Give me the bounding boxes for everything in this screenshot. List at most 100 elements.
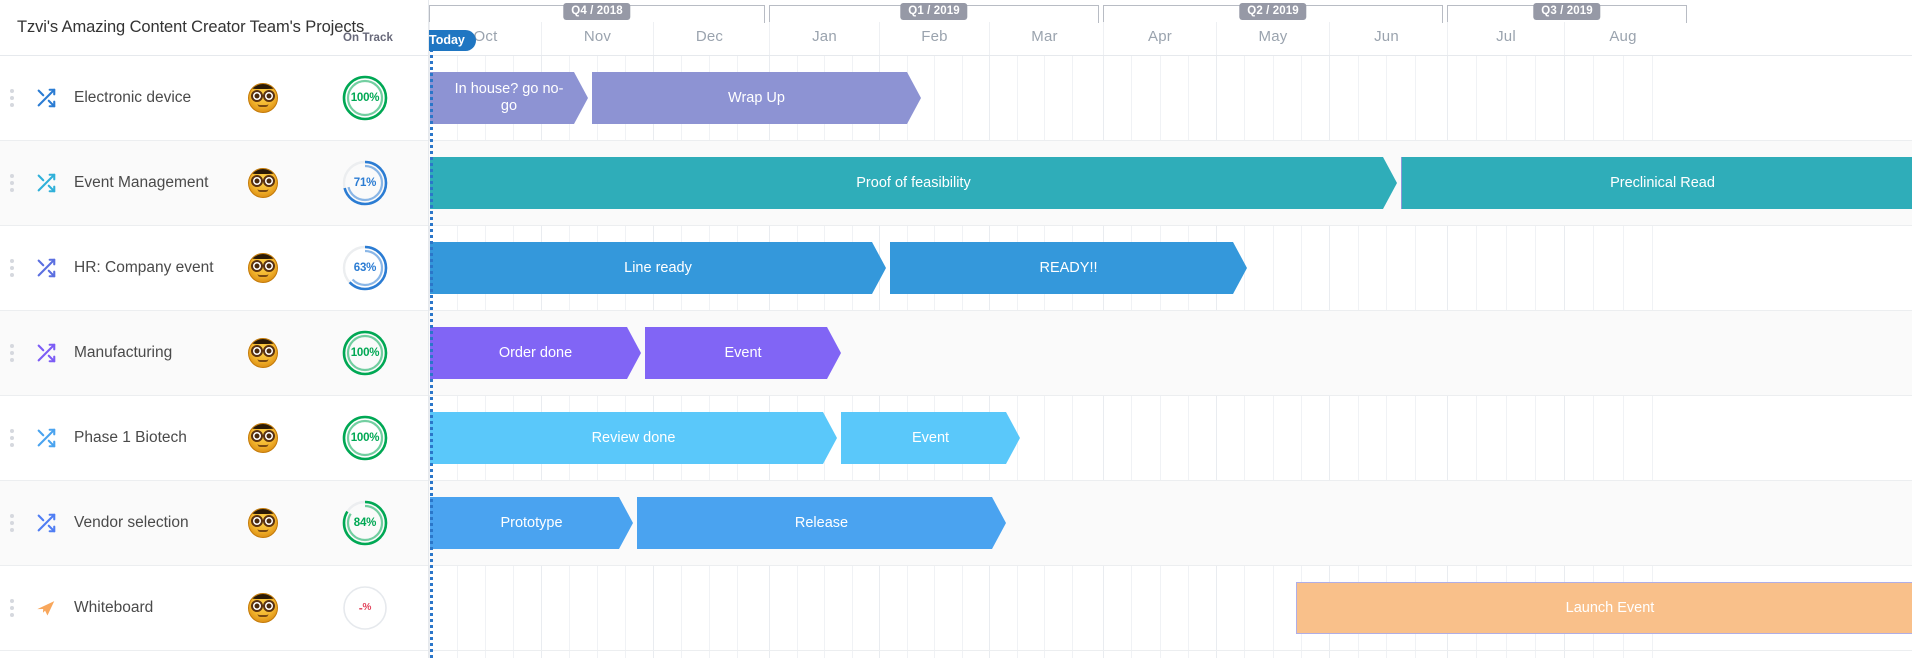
avatar-eyes — [251, 430, 275, 443]
gantt-view: Tzvi's Amazing Content Creator Team's Pr… — [0, 0, 1912, 658]
gantt-bar[interactable]: Proof of feasibility — [430, 157, 1397, 209]
task-row[interactable]: HR: Company event 63% — [0, 226, 428, 311]
month-label: Aug — [1609, 28, 1637, 45]
row-drag-handle[interactable] — [10, 174, 14, 192]
avatar-mouth — [257, 529, 269, 532]
gantt-bar-label: Prototype — [500, 514, 563, 531]
task-name: Vendor selection — [74, 514, 189, 531]
quarter-label: Q4 / 2018 — [563, 3, 631, 20]
timeline-row: Review done Event — [429, 396, 1912, 481]
task-name: Event Management — [74, 174, 209, 191]
progress-ring[interactable]: 71% — [341, 159, 389, 207]
progress-ring[interactable]: 100% — [341, 414, 389, 462]
timeline-row: Order done Event — [429, 311, 1912, 396]
task-row[interactable]: Phase 1 Biotech 100% — [0, 396, 428, 481]
gantt-bar[interactable]: Event — [645, 327, 841, 379]
month-cell: Jun — [1329, 22, 1443, 56]
avatar[interactable] — [248, 508, 278, 538]
avatar[interactable] — [248, 83, 278, 113]
avatar-mouth — [257, 359, 269, 362]
task-row[interactable]: Manufacturing 100% — [0, 311, 428, 396]
progress-ring[interactable]: 63% — [341, 244, 389, 292]
task-row[interactable]: Event Management 71% — [0, 141, 428, 226]
month-cell: Dec — [653, 22, 765, 56]
row-drag-handle[interactable] — [10, 89, 14, 107]
avatar[interactable] — [248, 168, 278, 198]
progress-value: 63% — [353, 262, 377, 274]
avatar-hair — [249, 254, 277, 259]
month-label: Nov — [583, 28, 612, 45]
avatar[interactable] — [248, 253, 278, 283]
month-label: Jun — [1374, 28, 1399, 45]
gantt-bar-label: Wrap Up — [728, 89, 785, 106]
tasks-panel: Tzvi's Amazing Content Creator Team's Pr… — [0, 0, 429, 658]
row-drag-handle[interactable] — [10, 259, 14, 277]
gantt-bar[interactable]: Event — [841, 412, 1020, 464]
avatar-hair — [249, 339, 277, 344]
shuffle-icon — [35, 427, 57, 449]
gantt-bar[interactable]: Review done — [430, 412, 837, 464]
gantt-bar[interactable]: In house? go no- go — [430, 72, 588, 124]
gantt-bar[interactable]: Line ready — [430, 242, 886, 294]
gantt-bar-label: Line ready — [624, 259, 692, 276]
gantt-bar[interactable]: Preclinical Read — [1401, 157, 1912, 209]
paper-plane-icon — [35, 597, 57, 619]
gantt-bar[interactable]: Wrap Up — [592, 72, 921, 124]
month-cell: Jul — [1447, 22, 1564, 56]
gantt-bar-label: Proof of feasibility — [856, 174, 971, 191]
avatar[interactable] — [248, 423, 278, 453]
gantt-bar-label: Launch Event — [1565, 599, 1655, 616]
task-row[interactable]: Vendor selection 84% — [0, 481, 428, 566]
task-row[interactable]: Electronic device 100% — [0, 56, 428, 141]
timeline-header: Q4 / 2018 Q1 / 2019 Q2 / 2019 Q3 / 2019 Oct… — [429, 0, 1912, 56]
avatar-eyes — [251, 515, 275, 528]
month-cell: Nov — [541, 22, 653, 56]
progress-ring[interactable]: 100% — [341, 74, 389, 122]
progress-value: 71% — [353, 177, 377, 189]
task-name: Manufacturing — [74, 344, 173, 361]
shuffle-icon — [35, 512, 57, 534]
gantt-bar-label: Release — [794, 514, 849, 531]
shuffle-icon — [35, 172, 57, 194]
shuffle-icon — [35, 257, 57, 279]
month-label: Jan — [812, 28, 837, 45]
avatar-eyes — [251, 260, 275, 273]
avatar[interactable] — [248, 338, 278, 368]
task-name: Electronic device — [74, 89, 192, 106]
avatar-hair — [249, 84, 277, 89]
month-cell: Jan — [769, 22, 879, 56]
row-drag-handle[interactable] — [10, 514, 14, 532]
today-badge[interactable]: Today — [429, 30, 476, 51]
avatar-hair — [249, 594, 277, 599]
gantt-bar-label: Order done — [498, 344, 573, 361]
timeline-row: Proof of feasibility Preclinical Read — [429, 141, 1912, 226]
gantt-bar[interactable]: Launch Event — [1296, 582, 1912, 634]
progress-ring[interactable]: 100% — [341, 329, 389, 377]
timeline-row: Line ready READY!! — [429, 226, 1912, 311]
progress-value: -% — [358, 601, 372, 616]
task-name: Whiteboard — [74, 599, 154, 616]
gantt-bar[interactable]: Order done — [430, 327, 641, 379]
row-drag-handle[interactable] — [10, 429, 14, 447]
progress-ring[interactable]: 84% — [341, 499, 389, 547]
quarter-label: Q2 / 2019 — [1239, 3, 1307, 20]
month-label: Apr — [1148, 28, 1172, 45]
row-drag-handle[interactable] — [10, 344, 14, 362]
avatar-hair — [249, 509, 277, 514]
month-cell: Mar — [989, 22, 1099, 56]
month-label: Jul — [1496, 28, 1516, 45]
row-drag-handle[interactable] — [10, 599, 14, 617]
progress-value: 100% — [350, 347, 380, 359]
gantt-bar-label: Review done — [591, 429, 676, 446]
gantt-bar[interactable]: Release — [637, 497, 1006, 549]
progress-ring[interactable]: -% — [341, 584, 389, 632]
avatar-eyes — [251, 175, 275, 188]
gantt-bar[interactable]: Prototype — [430, 497, 633, 549]
task-row[interactable]: Whiteboard -% — [0, 566, 428, 651]
avatar-mouth — [257, 189, 269, 192]
timeline-panel[interactable]: Q4 / 2018 Q1 / 2019 Q2 / 2019 Q3 / 2019 Oct… — [429, 0, 1912, 658]
task-name: HR: Company event — [74, 259, 214, 276]
avatar[interactable] — [248, 593, 278, 623]
gantt-bar[interactable]: READY!! — [890, 242, 1247, 294]
avatar-eyes — [251, 600, 275, 613]
